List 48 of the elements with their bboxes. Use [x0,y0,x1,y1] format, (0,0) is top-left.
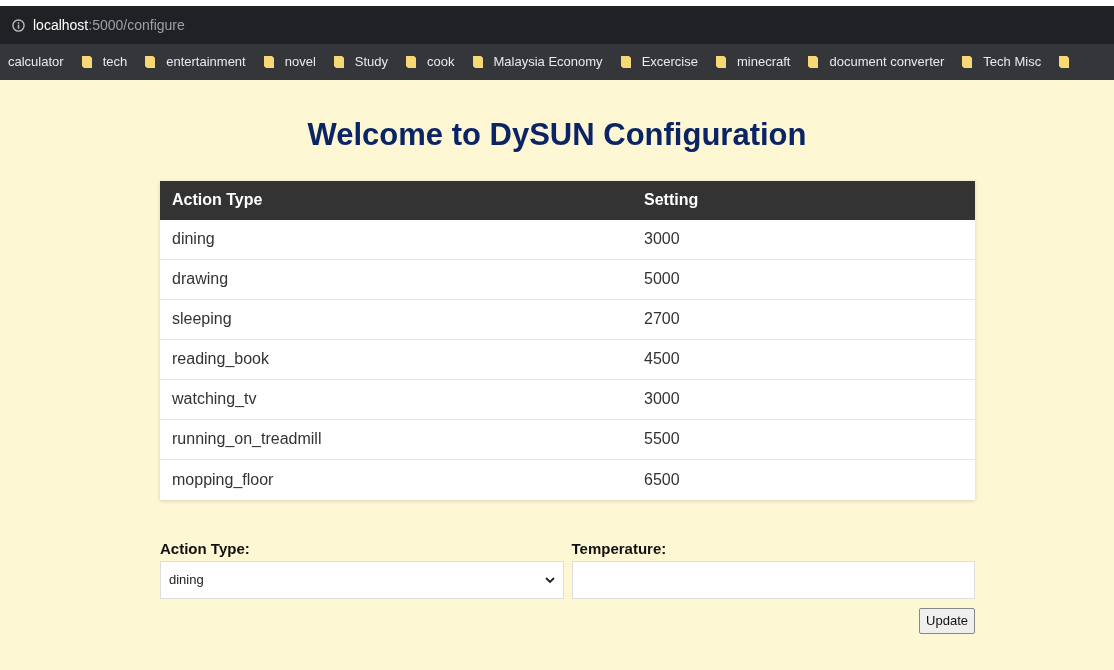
chevron-down-icon [544,576,555,584]
info-icon [12,18,25,32]
bookmark-item[interactable]: minecraft [715,52,791,72]
action-type-select[interactable]: dining [160,561,564,599]
table-cell-text: sleeping [171,309,233,329]
field-label: Action Type: [160,538,250,559]
table-cell-text: dining [171,229,216,249]
bookmark-item[interactable]: novel [262,52,316,72]
bookmark-item[interactable]: document converter [807,52,945,72]
folder-icon [619,55,632,69]
folder-icon [144,55,157,69]
table-cell-text: running_on_treadmill [171,429,323,449]
folder-icon [262,55,275,69]
bookmark-item[interactable]: tech [80,52,128,72]
bookmark-item[interactable]: Excercise [619,52,698,72]
page-heading: Welcome to DySUN Configuration [307,116,807,154]
column-header: Action Type [171,190,264,210]
table-cell-text: 3000 [643,389,681,409]
table-cell-text: watching_tv [171,389,258,409]
table-cell-text: 5500 [643,429,681,449]
table-cell-text: drawing [171,269,230,289]
bookmark-item[interactable]: Study [332,52,389,72]
folder-icon [1058,55,1071,69]
folder-icon [961,55,974,69]
temperature-field[interactable] [571,561,975,599]
table-cell-text: mopping_floor [171,469,275,490]
bookmark-item[interactable]: Malaysia Economy [471,52,603,72]
table-cell-text: reading_book [171,349,270,369]
table-cell-text: 3000 [643,229,681,249]
folder-icon [471,55,484,69]
table-cell-text: 2700 [643,309,681,329]
folder-icon [405,55,418,69]
column-header: Setting [643,190,700,210]
bookmark-item[interactable]: cook [405,52,455,72]
bookmark-item[interactable]: calculator [8,52,64,72]
address-bar[interactable]: localhost:5000/configure [0,6,1114,44]
folder-icon [807,55,820,69]
url-text: localhost:5000/configure [33,15,185,35]
folder-icon [80,55,93,69]
bookmark-item[interactable]: entertainment [144,52,246,72]
folder-icon [715,55,727,69]
table-cell-text: 4500 [643,349,681,369]
table-cell-text: 5000 [643,269,681,289]
bookmark-item[interactable]: Tech Misc [961,52,1042,72]
folder-icon [332,55,345,69]
table-cell-text: 6500 [643,469,681,490]
field-label: Temperature: [571,538,667,559]
update-button[interactable]: Update [919,608,975,634]
